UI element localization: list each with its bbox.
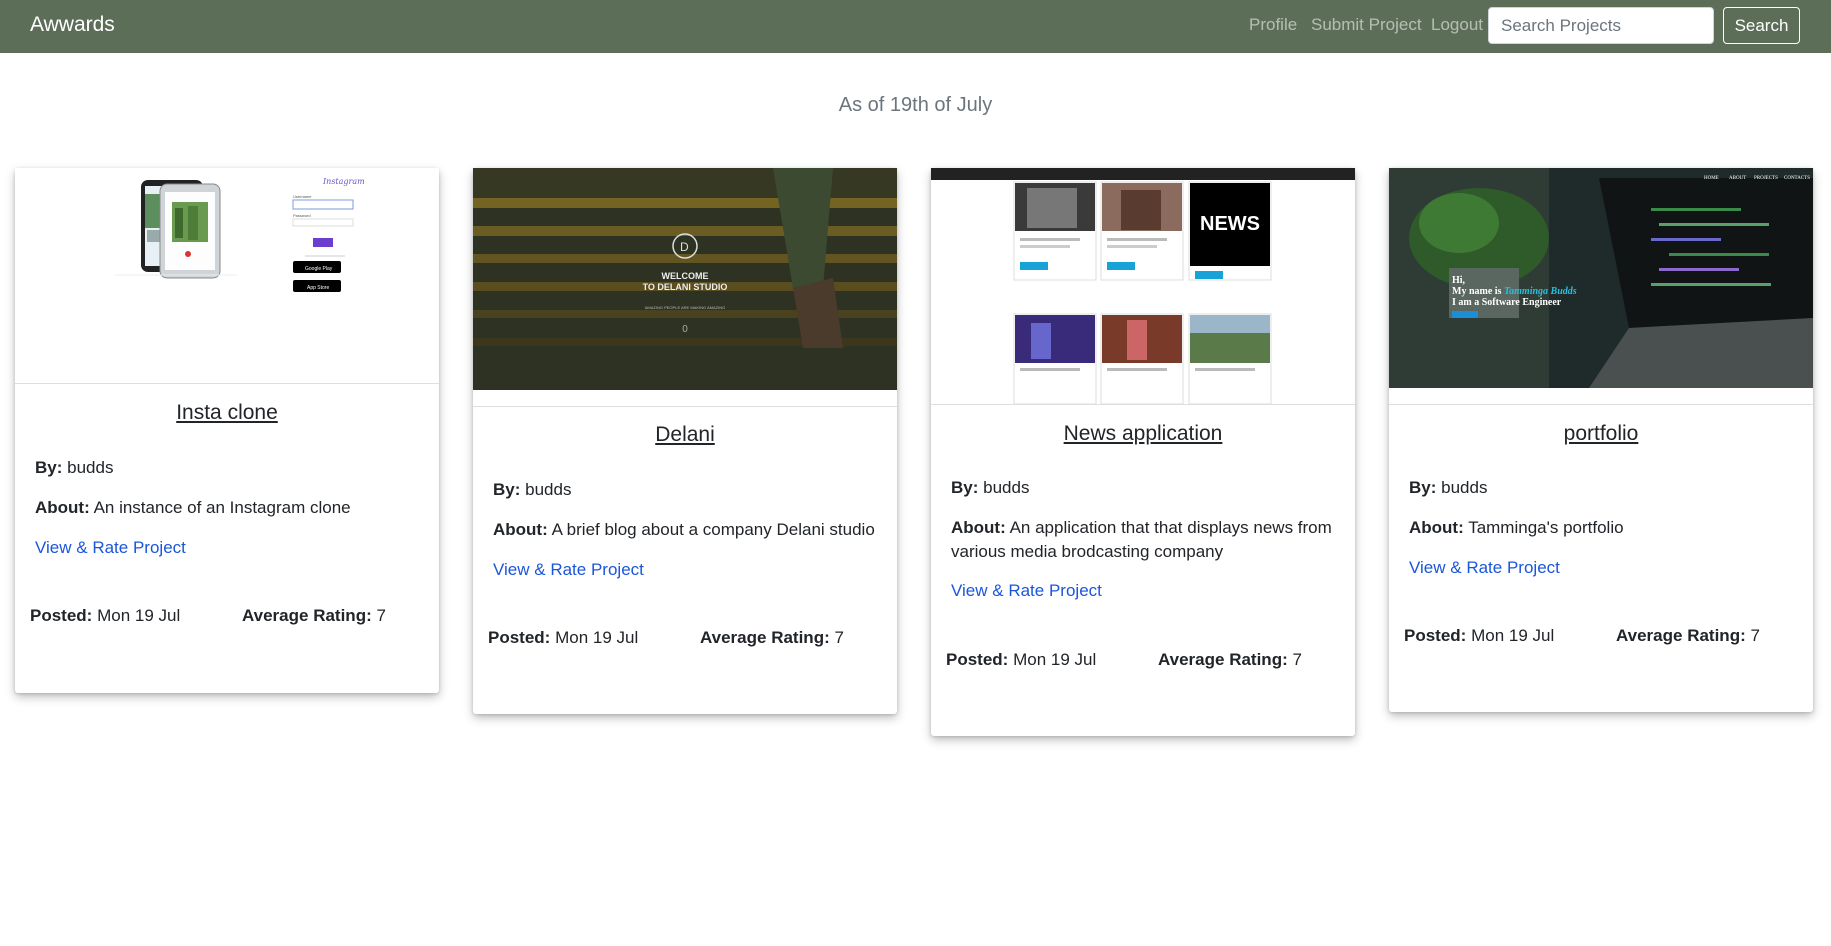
project-card: Instagram Username Password Google Play … bbox=[15, 168, 439, 693]
insta-logo-text: Instagram bbox=[322, 177, 365, 186]
project-thumbnail[interactable]: Instagram Username Password Google Play … bbox=[15, 168, 439, 384]
project-posted: Posted: Mon 19 Jul bbox=[30, 606, 181, 625]
delani-preview-image: D WELCOME TO DELANI STUDIO AMAZING PEOPL… bbox=[473, 168, 897, 390]
view-rate-project-link[interactable]: View & Rate Project bbox=[35, 538, 186, 558]
project-thumbnail[interactable]: D WELCOME TO DELANI STUDIO AMAZING PEOPL… bbox=[473, 168, 897, 407]
svg-text:Password: Password bbox=[293, 213, 311, 218]
news-app-preview-image: NEWS bbox=[931, 168, 1355, 404]
svg-text:AMAZING PEOPLE ARE MAKING AMAZ: AMAZING PEOPLE ARE MAKING AMAZING bbox=[645, 305, 725, 310]
view-rate-project-link[interactable]: View & Rate Project bbox=[951, 581, 1102, 601]
project-title[interactable]: portfolio bbox=[1389, 422, 1813, 446]
svg-text:0: 0 bbox=[682, 324, 688, 335]
insta-clone-preview-image: Instagram Username Password Google Play … bbox=[15, 168, 439, 383]
project-card: D WELCOME TO DELANI STUDIO AMAZING PEOPL… bbox=[473, 168, 897, 714]
svg-text:Hi,: Hi, bbox=[1452, 275, 1466, 286]
svg-text:ABOUT: ABOUT bbox=[1729, 176, 1746, 181]
project-card: Hi, My name is Tamminga Budds I am a Sof… bbox=[1389, 168, 1813, 712]
svg-text:WELCOME: WELCOME bbox=[662, 271, 709, 281]
project-about: About: An instance of an Instagram clone bbox=[35, 498, 351, 517]
search-button[interactable]: Search bbox=[1723, 7, 1800, 44]
svg-text:I am a Software Engineer: I am a Software Engineer bbox=[1452, 297, 1562, 308]
project-rating: Average Rating: 7 bbox=[1158, 650, 1302, 669]
page-subtitle: As of 19th of July bbox=[838, 94, 993, 116]
nav-logout-link[interactable]: Logout bbox=[1431, 15, 1483, 35]
svg-text:My name is Tamminga Budds: My name is Tamminga Budds bbox=[1452, 286, 1577, 297]
project-card: NEWS News application By: budds About: A… bbox=[931, 168, 1355, 736]
project-about: About: Tamminga's portfolio bbox=[1409, 518, 1624, 537]
project-rating: Average Rating: 7 bbox=[242, 606, 386, 625]
project-rating: Average Rating: 7 bbox=[700, 628, 844, 647]
project-title[interactable]: Insta clone bbox=[15, 401, 439, 425]
view-rate-project-link[interactable]: View & Rate Project bbox=[1409, 558, 1560, 578]
google-play-badge: Google Play bbox=[305, 266, 333, 272]
project-about: About: An application that that displays… bbox=[951, 518, 1332, 561]
project-rating: Average Rating: 7 bbox=[1616, 626, 1760, 645]
project-title[interactable]: News application bbox=[931, 422, 1355, 446]
project-thumbnail[interactable]: NEWS bbox=[931, 168, 1355, 405]
project-about: About: A brief blog about a company Dela… bbox=[493, 520, 875, 539]
project-author: By: budds bbox=[951, 478, 1030, 497]
project-author: By: budds bbox=[35, 458, 114, 477]
svg-text:HOME: HOME bbox=[1704, 176, 1719, 181]
view-rate-project-link[interactable]: View & Rate Project bbox=[493, 560, 644, 580]
project-posted: Posted: Mon 19 Jul bbox=[1404, 626, 1555, 645]
brand-link[interactable]: Awwards bbox=[30, 13, 115, 37]
svg-text:TO DELANI STUDIO: TO DELANI STUDIO bbox=[643, 282, 728, 292]
project-posted: Posted: Mon 19 Jul bbox=[488, 628, 639, 647]
news-logo: NEWS bbox=[1200, 213, 1260, 235]
project-thumbnail[interactable]: Hi, My name is Tamminga Budds I am a Sof… bbox=[1389, 168, 1813, 405]
nav-submit-project-link[interactable]: Submit Project bbox=[1311, 15, 1422, 35]
navbar: Awwards Profile Submit Project Logout Se… bbox=[0, 0, 1831, 53]
delani-logo-letter: D bbox=[680, 240, 689, 254]
app-store-badge: App Store bbox=[307, 285, 329, 291]
portfolio-preview-image: Hi, My name is Tamminga Budds I am a Sof… bbox=[1389, 168, 1813, 388]
project-title[interactable]: Delani bbox=[473, 423, 897, 447]
svg-text:PROJECTS: PROJECTS bbox=[1754, 176, 1778, 181]
project-posted: Posted: Mon 19 Jul bbox=[946, 650, 1097, 669]
svg-text:CONTACTS: CONTACTS bbox=[1784, 176, 1810, 181]
project-author: By: budds bbox=[1409, 478, 1488, 497]
search-input[interactable] bbox=[1488, 7, 1714, 44]
svg-text:Username: Username bbox=[293, 194, 312, 199]
project-author: By: budds bbox=[493, 480, 572, 499]
nav-profile-link[interactable]: Profile bbox=[1249, 15, 1297, 35]
